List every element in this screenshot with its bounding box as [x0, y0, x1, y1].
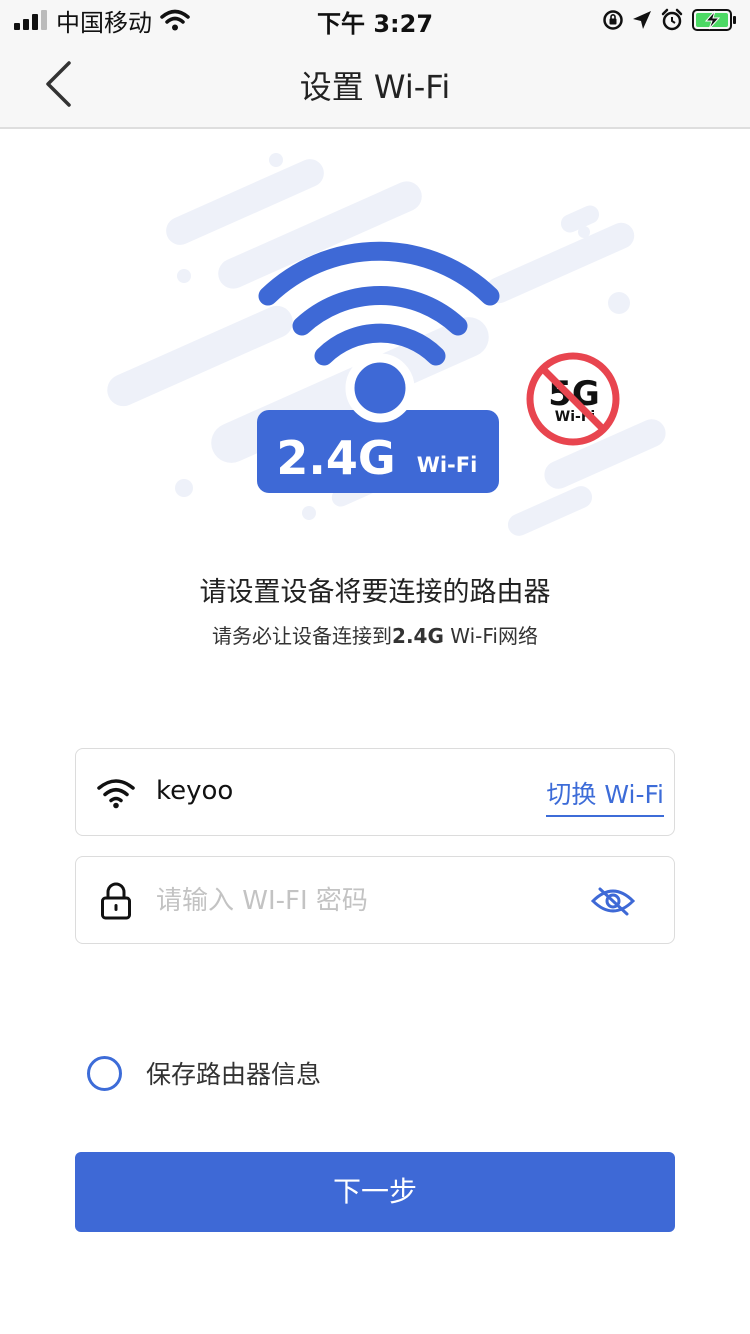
subheading-prefix: 请务必让设备连接到	[212, 624, 393, 648]
password-field	[75, 856, 675, 944]
location-icon	[633, 11, 651, 29]
switch-wifi-link[interactable]: 切换 Wi-Fi	[546, 775, 664, 817]
status-right	[602, 6, 738, 34]
save-router-option[interactable]: 保存路由器信息	[87, 1054, 321, 1092]
badge-sub-label: Wi-Fi	[417, 453, 478, 477]
eye-hidden-icon	[591, 887, 635, 916]
save-router-label: 保存路由器信息	[146, 1060, 322, 1089]
save-router-radio[interactable]	[87, 1055, 122, 1091]
next-button[interactable]: 下一步	[75, 1152, 675, 1232]
lock-icon	[94, 879, 138, 923]
page-title: 设置 Wi-Fi	[299, 68, 451, 106]
subheading-suffix: Wi-Fi网络	[443, 624, 538, 648]
no-5g-sign: 5G Wi-Fi	[526, 352, 620, 446]
heading: 请设置设备将要连接的路由器	[199, 577, 551, 608]
battery-icon	[692, 9, 736, 31]
password-input[interactable]	[156, 879, 576, 923]
subheading: 请务必让设备连接到2.4G Wi-Fi网络	[0, 620, 750, 649]
ssid-value: keyoo	[156, 776, 234, 806]
wifi-dot	[345, 353, 415, 423]
nav-bar: 设置 Wi-Fi	[0, 40, 750, 129]
password-visibility-toggle[interactable]	[590, 881, 636, 921]
subheading-band: 2.4G	[392, 624, 444, 648]
wifi-illustration: 2.4G Wi-Fi 5G Wi-Fi	[107, 153, 666, 536]
badge-main-label: 2.4G	[276, 431, 395, 485]
ssid-field: keyoo 切换 Wi-Fi	[75, 748, 675, 836]
wifi-field-icon	[94, 771, 138, 815]
alarm-icon	[661, 8, 683, 31]
lock-rotation-icon	[603, 10, 623, 30]
status-bar: 中国移动 下午 3:27	[0, 0, 750, 40]
